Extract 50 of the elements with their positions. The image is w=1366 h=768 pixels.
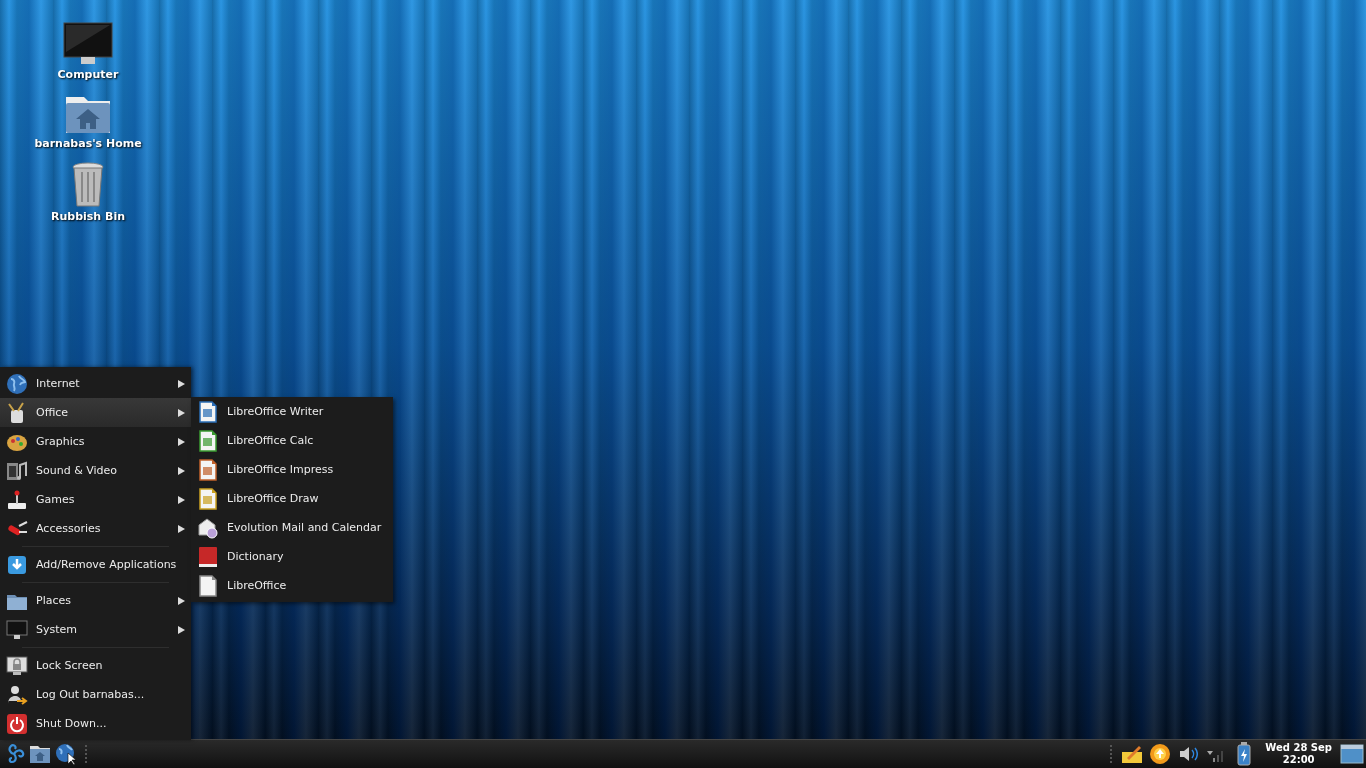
desktop-icon-label[interactable]: barnabas's Home xyxy=(34,137,142,150)
menu-item[interactable]: Lock Screen xyxy=(0,651,191,680)
battery-icon[interactable] xyxy=(1237,742,1252,766)
menu-item[interactable]: Games xyxy=(0,485,191,514)
menu-item[interactable]: Log Out barnabas... xyxy=(0,680,191,709)
document-icon xyxy=(197,400,219,423)
lock-screen-icon xyxy=(6,654,28,677)
menu-item[interactable]: LibreOffice Impress xyxy=(191,455,393,484)
home-folder-icon xyxy=(29,744,51,764)
clock[interactable]: Wed 28 Sep 22:00 xyxy=(1259,742,1338,766)
menu-item[interactable]: LibreOffice Calc xyxy=(191,426,393,455)
menu-item[interactable]: Add/Remove Applications xyxy=(0,550,191,579)
menu-item[interactable]: Office xyxy=(0,398,191,427)
joystick-icon xyxy=(6,488,28,511)
sun-update-icon[interactable] xyxy=(1149,743,1172,765)
menu-item[interactable]: Places xyxy=(0,586,191,615)
download-icon xyxy=(6,553,28,576)
globe-cursor-icon xyxy=(55,743,77,765)
desktop-icon-label[interactable]: Computer xyxy=(57,68,119,81)
menu-item[interactable]: LibreOffice Draw xyxy=(191,484,393,513)
show-desktop-icon[interactable] xyxy=(1340,744,1364,764)
user-arrow-icon xyxy=(6,683,28,706)
globe-icon xyxy=(6,372,28,395)
book-icon xyxy=(197,545,219,568)
monitor-icon xyxy=(63,22,113,66)
menu-item[interactable]: Evolution Mail and Calendar xyxy=(191,513,393,542)
monitor-icon xyxy=(6,618,28,641)
menu-item[interactable]: Accessories xyxy=(0,514,191,543)
menu-item[interactable]: LibreOffice xyxy=(191,571,393,600)
film-music-icon xyxy=(6,459,28,482)
trash-bin-icon xyxy=(71,162,105,208)
launcher-button[interactable] xyxy=(54,742,78,766)
time-text: 22:00 xyxy=(1282,754,1315,766)
panel-grip xyxy=(84,744,88,764)
menu-item[interactable]: Sound & Video xyxy=(0,456,191,485)
power-icon xyxy=(6,712,28,735)
document-icon xyxy=(197,574,219,597)
menu-item[interactable]: System xyxy=(0,615,191,644)
volume-icon[interactable] xyxy=(1178,745,1199,763)
presentation-icon xyxy=(197,458,219,481)
desktop-icon-label[interactable]: Rubbish Bin xyxy=(51,210,125,223)
spreadsheet-icon xyxy=(197,429,219,452)
menu-item[interactable]: LibreOffice Writer xyxy=(191,397,393,426)
date-text: Wed 28 Sep xyxy=(1265,742,1332,754)
menu-item[interactable]: Graphics xyxy=(0,427,191,456)
menu-item[interactable]: Internet xyxy=(0,369,191,398)
drawing-document-icon xyxy=(197,487,219,510)
menu-item[interactable]: Shut Down... xyxy=(0,709,191,738)
menu-item[interactable]: Dictionary xyxy=(191,542,393,571)
notepad-pencil-icon[interactable] xyxy=(1121,744,1144,764)
